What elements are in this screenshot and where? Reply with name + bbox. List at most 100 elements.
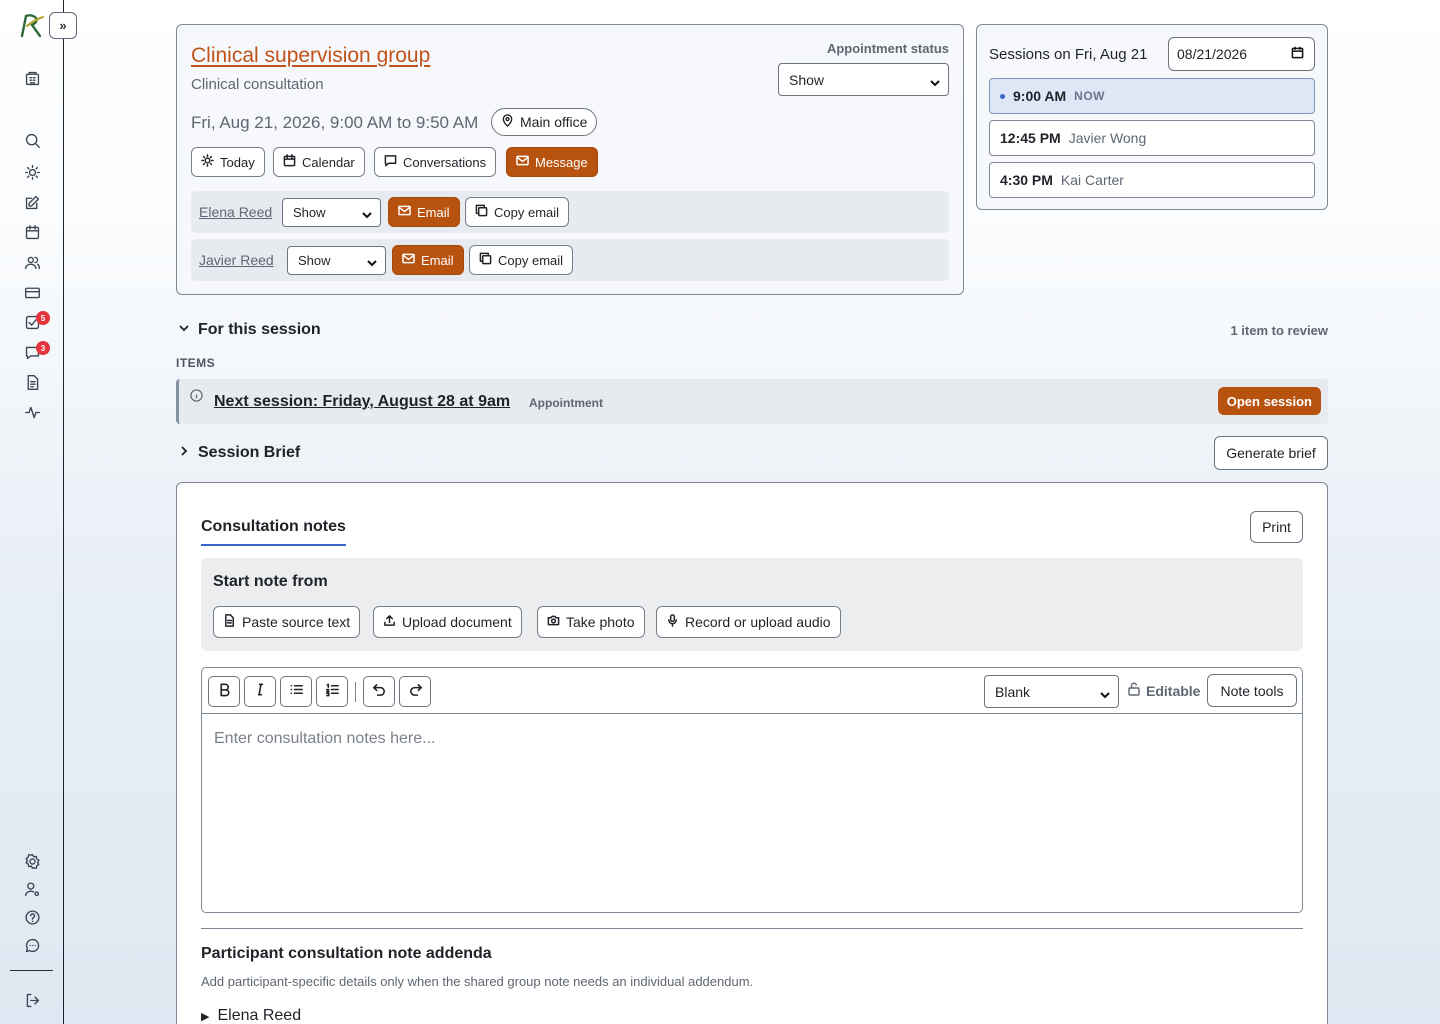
upload-document-button[interactable]: Upload document	[373, 606, 522, 638]
bold-button[interactable]	[208, 676, 240, 707]
record-audio-button[interactable]: Record or upload audio	[656, 606, 841, 638]
tab-consultation-notes[interactable]: Consultation notes	[201, 518, 346, 546]
today-button[interactable]: Today	[191, 147, 265, 177]
copy-email-button[interactable]: Copy email	[465, 197, 570, 227]
slot-client: Javier Wong	[1068, 130, 1147, 146]
section-divider	[201, 928, 1303, 929]
participant-name-link[interactable]: Elena Reed	[199, 204, 272, 220]
email-label: Email	[417, 204, 450, 220]
session-date-value: 08/21/2026	[1177, 46, 1248, 62]
record-audio-label: Record or upload audio	[685, 614, 831, 630]
settings-icon[interactable]	[22, 851, 42, 871]
session-slot-current[interactable]: 9:00 AM NOW	[989, 78, 1315, 114]
document-icon	[223, 614, 236, 630]
calendar-icon[interactable]	[22, 222, 42, 242]
camera-icon	[547, 614, 560, 630]
conversations-button[interactable]: Conversations	[374, 147, 497, 177]
slot-client: Kai Carter	[1060, 172, 1124, 188]
note-tools-button[interactable]: Note tools	[1207, 674, 1297, 707]
location-pill[interactable]: Main office	[491, 108, 598, 136]
addendum-participant-toggle[interactable]: ▶ Elena Reed	[201, 1007, 301, 1024]
undo-button[interactable]	[363, 676, 395, 707]
session-item-title[interactable]: Next session: Friday, August 28 at 9am	[214, 393, 510, 411]
session-slot[interactable]: 4:30 PM Kai Carter	[989, 162, 1315, 198]
credit-card-icon[interactable]	[22, 282, 42, 302]
for-session-toggle[interactable]: For this session	[178, 321, 321, 339]
expand-sidebar-button[interactable]: »	[49, 12, 77, 39]
participant-status-select[interactable]: Show	[287, 246, 386, 275]
edit-note-icon[interactable]	[22, 192, 42, 212]
copy-email-button[interactable]: Copy email	[469, 245, 574, 275]
slot-time: 4:30 PM	[1000, 172, 1053, 188]
today-label: Today	[220, 154, 255, 170]
upload-icon	[383, 614, 396, 630]
conversations-label: Conversations	[403, 154, 487, 170]
location-label: Main office	[520, 114, 588, 130]
session-brief-heading: Session Brief	[198, 444, 301, 461]
bullet-list-button[interactable]	[280, 676, 312, 707]
building-icon[interactable]	[22, 68, 42, 88]
editable-label: Editable	[1146, 682, 1201, 699]
session-slot[interactable]: 12:45 PM Javier Wong	[989, 120, 1315, 156]
logo-icon[interactable]	[18, 12, 46, 40]
review-count: 1 item to review	[1230, 323, 1328, 338]
print-button[interactable]: Print	[1250, 511, 1303, 543]
sessions-title: Sessions on Fri, Aug 21	[989, 46, 1148, 63]
undo-icon	[372, 682, 387, 702]
participant-name-link[interactable]: Javier Reed	[199, 252, 274, 268]
chevron-right-icon	[178, 444, 190, 462]
slot-time: 12:45 PM	[1000, 130, 1061, 146]
participant-status-select[interactable]: Show	[282, 198, 381, 227]
open-session-button[interactable]: Open session	[1217, 387, 1321, 415]
activity-icon[interactable]	[22, 402, 42, 422]
sidebar: » 5 3	[0, 0, 77, 1024]
generate-brief-button[interactable]: Generate brief	[1214, 436, 1328, 470]
calendar-icon	[283, 154, 296, 170]
chevron-down-icon	[178, 321, 190, 339]
users-icon[interactable]	[22, 252, 42, 272]
appointment-type: Clinical consultation	[191, 76, 324, 93]
template-select[interactable]: Blank	[984, 675, 1119, 708]
participant-status-value: Show	[298, 253, 331, 268]
appointment-status-select[interactable]: Show	[778, 63, 949, 96]
microphone-icon	[666, 614, 679, 630]
calendar-button[interactable]: Calendar	[273, 147, 365, 177]
message-button[interactable]: Message	[506, 147, 598, 177]
appointment-status-label: Appointment status	[826, 41, 949, 56]
italic-button[interactable]	[244, 676, 276, 707]
tasks-badge: 5	[36, 311, 50, 325]
email-participant-button[interactable]: Email	[392, 245, 464, 275]
feedback-icon[interactable]	[22, 935, 42, 955]
now-badge: NOW	[1074, 89, 1105, 103]
upload-document-label: Upload document	[402, 614, 512, 630]
take-photo-button[interactable]: Take photo	[537, 606, 645, 638]
toolbar-divider	[355, 682, 356, 702]
messages-badge: 3	[36, 341, 50, 355]
notes-textarea[interactable]: Enter consultation notes here...	[214, 730, 435, 748]
user-settings-icon[interactable]	[22, 879, 42, 899]
chevron-down-icon	[367, 256, 377, 266]
email-participant-button[interactable]: Email	[388, 197, 460, 227]
appointment-title[interactable]: Clinical supervision group	[191, 44, 430, 68]
start-note-heading: Start note from	[213, 573, 328, 590]
paste-source-button[interactable]: Paste source text	[213, 606, 361, 638]
sun-icon[interactable]	[22, 162, 42, 182]
logout-icon[interactable]	[22, 990, 42, 1010]
info-icon	[190, 389, 203, 407]
session-date-input[interactable]: 08/21/2026	[1168, 37, 1315, 71]
redo-button[interactable]	[399, 676, 431, 707]
numbered-list-button[interactable]	[316, 676, 348, 707]
calendar-icon[interactable]	[1291, 46, 1304, 62]
mail-icon	[516, 154, 529, 170]
slot-time: 9:00 AM	[1013, 88, 1067, 104]
session-item-type: Appointment	[529, 396, 603, 410]
help-icon[interactable]	[22, 907, 42, 927]
appointment-status-value: Show	[789, 71, 825, 88]
italic-icon	[253, 682, 268, 702]
current-dot-icon	[1000, 93, 1005, 99]
search-icon[interactable]	[22, 130, 42, 150]
addenda-description: Add participant-specific details only wh…	[201, 974, 754, 989]
double-chevron-right-icon: »	[59, 18, 67, 33]
session-brief-toggle[interactable]: Session Brief	[178, 444, 300, 462]
document-icon[interactable]	[22, 372, 42, 392]
